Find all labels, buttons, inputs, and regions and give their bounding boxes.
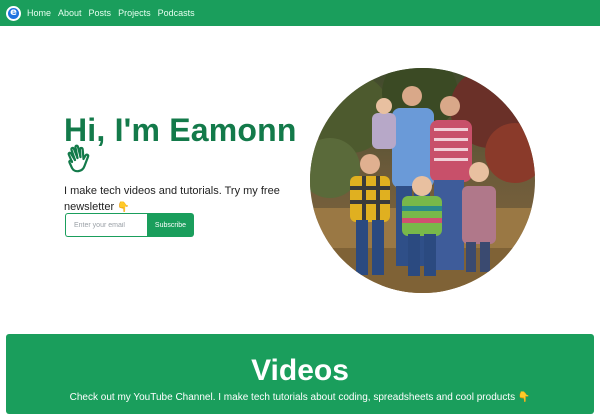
nav-links: Home About Posts Projects Podcasts [27,8,195,18]
nav-link-about[interactable]: About [58,8,82,18]
brand-logo[interactable]: e [6,5,21,21]
hero-description-text: I make tech videos and tutorials. Try my… [64,185,280,213]
navbar: e Home About Posts Projects Podcasts [0,0,600,26]
logo-icon: e [8,7,19,19]
email-input[interactable] [65,213,147,237]
subscribe-button[interactable]: Subscribe [147,213,194,237]
videos-section: Videos Check out my YouTube Channel. I m… [6,334,594,414]
pointing-down-icon: 👇 [117,202,130,213]
nav-link-home[interactable]: Home [27,8,51,18]
newsletter-form: Subscribe [65,213,194,237]
nav-link-projects[interactable]: Projects [118,8,151,18]
pointing-down-icon-2: 👇 [517,392,531,403]
hero-description: I make tech videos and tutorials. Try my… [64,183,294,216]
nav-link-podcasts[interactable]: Podcasts [158,8,195,18]
videos-title: Videos [251,354,349,387]
videos-subtitle: Check out my YouTube Channel. I make tec… [6,392,594,403]
videos-subtitle-text: Check out my YouTube Channel. I make tec… [69,392,516,403]
nav-link-posts[interactable]: Posts [89,8,112,18]
waving-hand-icon [67,144,90,173]
family-photo [310,68,535,293]
hero-title: Hi, I'm Eamonn [64,112,297,148]
